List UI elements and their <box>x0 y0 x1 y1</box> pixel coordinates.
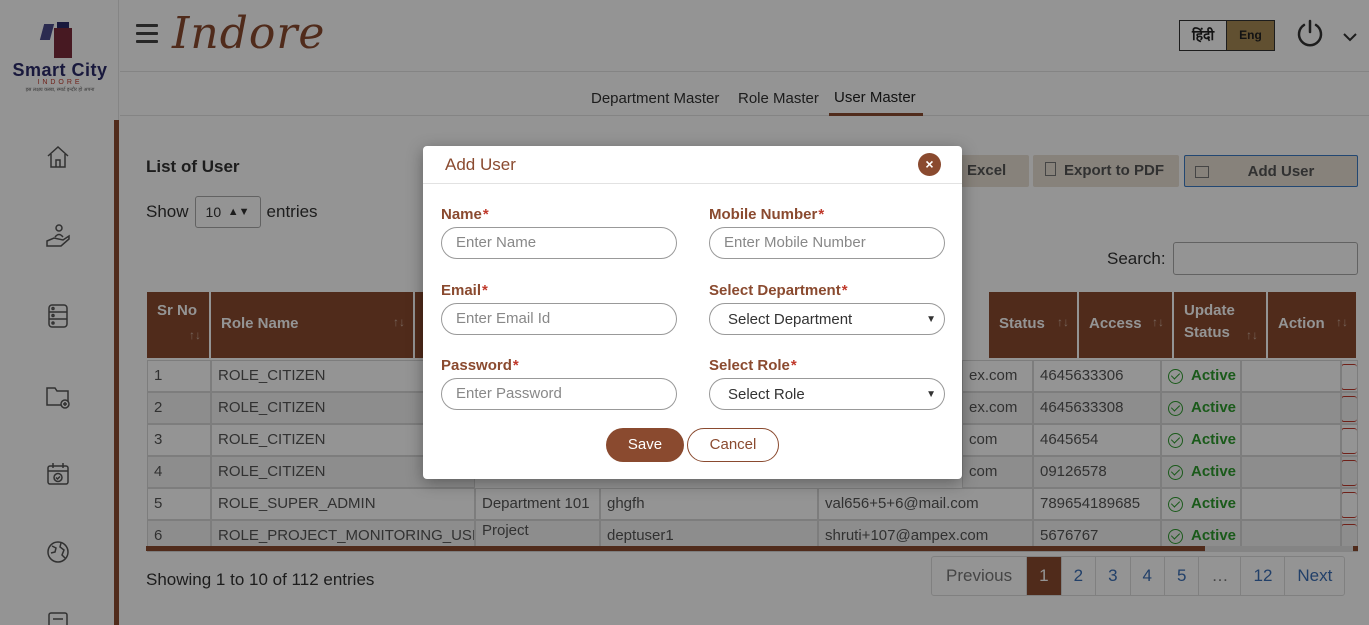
password-label: Password* <box>441 357 519 374</box>
email-label: Email* <box>441 282 488 299</box>
save-button[interactable]: Save <box>606 428 684 462</box>
mobile-field[interactable]: Enter Mobile Number <box>709 227 945 259</box>
mobile-label: Mobile Number* <box>709 206 825 223</box>
password-field[interactable]: Enter Password <box>441 378 677 410</box>
close-icon[interactable]: × <box>918 153 941 176</box>
modal-title: Add User <box>445 155 516 174</box>
modal-header: Add User × <box>423 146 962 184</box>
add-user-modal: Add User × Name* Enter Name Mobile Numbe… <box>423 146 962 479</box>
name-field[interactable]: Enter Name <box>441 227 677 259</box>
name-label: Name* <box>441 206 489 223</box>
select-arrow-icon: ▼ <box>926 389 936 400</box>
cancel-button[interactable]: Cancel <box>687 428 779 462</box>
role-select[interactable]: Select Role ▼ <box>709 378 945 410</box>
department-label: Select Department* <box>709 282 848 299</box>
select-arrow-icon: ▼ <box>926 314 936 325</box>
email-field[interactable]: Enter Email Id <box>441 303 677 335</box>
department-select[interactable]: Select Department ▼ <box>709 303 945 335</box>
role-label: Select Role* <box>709 357 797 374</box>
